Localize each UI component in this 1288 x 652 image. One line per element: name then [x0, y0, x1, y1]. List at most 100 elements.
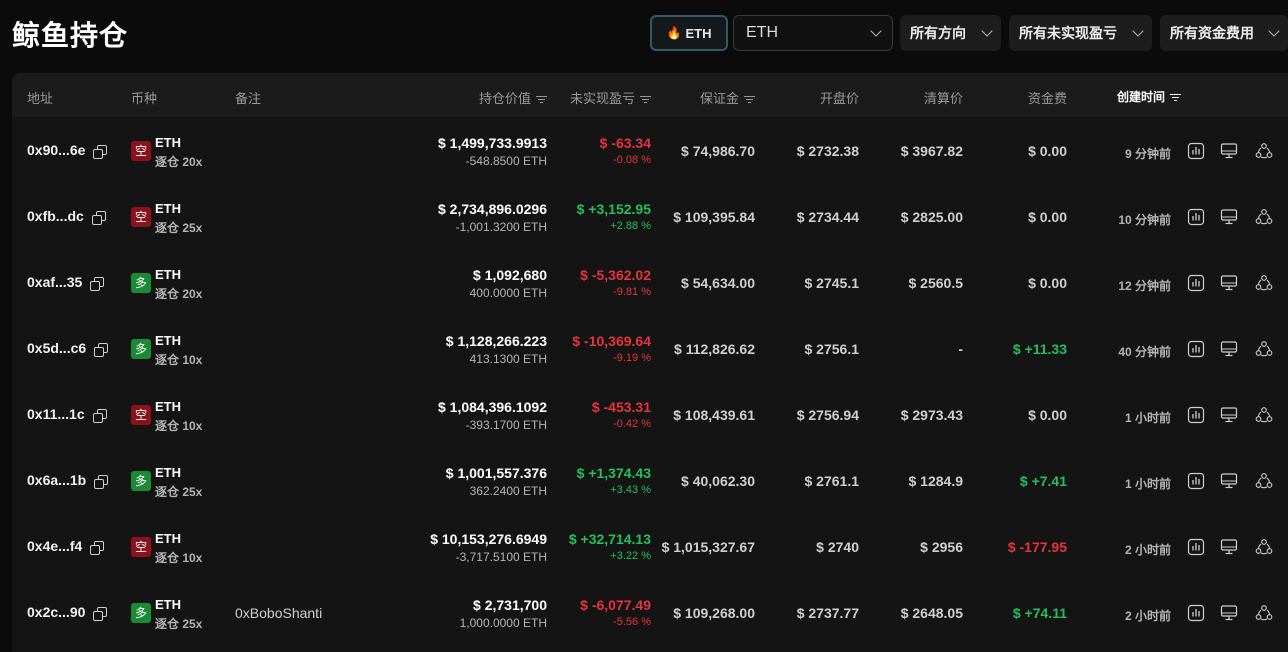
monitor-icon[interactable] — [1220, 208, 1238, 226]
table-row[interactable]: 0x4e...f4 空 ETH 逐仓 10x $ 10,153,276.6949… — [12, 514, 1288, 580]
margin-value: $ 109,268.00 — [673, 605, 755, 621]
bar-chart-icon[interactable] — [1187, 274, 1205, 292]
side-badge: 空 — [131, 405, 151, 425]
copy-icon[interactable] — [93, 145, 108, 159]
address-text: 0x11...1c — [27, 406, 85, 422]
position-size: -3,717.5100 ETH — [455, 550, 547, 564]
address-cell[interactable]: 0x4e...f4 — [27, 538, 105, 555]
address-cell[interactable]: 0x90...6e — [27, 142, 108, 159]
sort-icon — [1170, 93, 1181, 102]
copy-icon[interactable] — [93, 607, 108, 621]
address-cell[interactable]: 0xaf...35 — [27, 274, 105, 291]
header-open-price: 开盘价 — [819, 91, 859, 106]
margin-value: $ 112,826.62 — [674, 341, 755, 357]
coin-symbol: ETH — [155, 531, 181, 546]
address-cell[interactable]: 0xfb...dc — [27, 208, 106, 225]
copy-icon[interactable] — [90, 541, 105, 555]
table-row[interactable]: 0x90...6e 空 ETH 逐仓 20x $ 1,499,733.9913 … — [12, 118, 1288, 184]
table-row[interactable]: 0x2c...90 多 ETH 逐仓 25x 0xBoboShanti $ 2,… — [12, 580, 1288, 646]
header-created-time[interactable]: 创建时间 — [1117, 88, 1181, 105]
position-value: $ 1,092,680 — [473, 267, 547, 283]
liquidation-price: $ 2825.00 — [900, 209, 963, 225]
unrealized-pnl-percent: +3.22 % — [610, 550, 651, 562]
symbol-select-value: ETH — [746, 24, 778, 41]
sort-icon — [744, 95, 755, 104]
network-icon[interactable] — [1255, 274, 1273, 292]
eth-hot-button[interactable]: 🔥 ETH — [650, 15, 728, 51]
address-cell[interactable]: 0x2c...90 — [27, 604, 108, 621]
address-cell[interactable]: 0x6a...1b — [27, 472, 109, 489]
network-icon[interactable] — [1255, 538, 1273, 556]
bar-chart-icon[interactable] — [1187, 142, 1205, 160]
bar-chart-icon[interactable] — [1187, 472, 1205, 490]
chevron-down-icon — [1268, 25, 1280, 37]
monitor-icon[interactable] — [1220, 406, 1238, 424]
copy-icon[interactable] — [90, 277, 105, 291]
open-price: $ 2737.77 — [796, 605, 859, 621]
header-margin-label: 保证金 — [699, 91, 739, 106]
address-cell[interactable]: 0x11...1c — [27, 406, 107, 423]
table-row[interactable]: 0xaf...35 多 ETH 逐仓 20x $ 1,092,680 400.0… — [12, 250, 1288, 316]
coin-symbol: ETH — [155, 399, 181, 414]
monitor-icon[interactable] — [1220, 340, 1238, 358]
table-body: 0x90...6e 空 ETH 逐仓 20x $ 1,499,733.9913 … — [12, 118, 1288, 646]
coin-symbol: ETH — [155, 201, 181, 216]
liquidation-price: $ 1284.9 — [908, 473, 964, 489]
copy-icon[interactable] — [94, 343, 109, 357]
monitor-icon[interactable] — [1220, 142, 1238, 160]
monitor-icon[interactable] — [1220, 472, 1238, 490]
address-cell[interactable]: 0x5d...c6 — [27, 340, 109, 357]
header-unrealized-pnl[interactable]: 未实现盈亏 — [570, 88, 651, 107]
bar-chart-icon[interactable] — [1187, 538, 1205, 556]
unrealized-pnl-dropdown[interactable]: 所有未实现盈亏 — [1009, 15, 1152, 51]
margin-value: $ 54,634.00 — [681, 275, 755, 291]
monitor-icon[interactable] — [1220, 538, 1238, 556]
position-size: 362.2400 ETH — [469, 484, 547, 498]
network-icon[interactable] — [1255, 340, 1273, 358]
funding-fee: $ 0.00 — [1028, 407, 1067, 423]
network-icon[interactable] — [1255, 472, 1273, 490]
table-row[interactable]: 0x11...1c 空 ETH 逐仓 10x $ 1,084,396.1092 … — [12, 382, 1288, 448]
position-size: -1,001.3200 ETH — [455, 220, 547, 234]
margin-value: $ 109,395.84 — [673, 209, 755, 225]
coin-symbol: ETH — [155, 135, 181, 150]
header-position-value[interactable]: 持仓价值 — [479, 88, 547, 107]
direction-dropdown[interactable]: 所有方向 — [900, 15, 1001, 51]
copy-icon[interactable] — [94, 475, 109, 489]
liquidation-price: $ 3967.82 — [900, 143, 963, 159]
unrealized-pnl: $ -6,077.49 — [580, 597, 651, 613]
network-icon[interactable] — [1255, 142, 1273, 160]
note-text: 0xBoboShanti — [235, 605, 323, 621]
header-created-time-label: 创建时间 — [1116, 90, 1165, 104]
funding-fee: $ 0.00 — [1028, 275, 1067, 291]
network-icon[interactable] — [1255, 208, 1273, 226]
open-price: $ 2732.38 — [796, 143, 859, 159]
unrealized-pnl-percent: -9.81 % — [613, 286, 651, 298]
bar-chart-icon[interactable] — [1187, 406, 1205, 424]
network-icon[interactable] — [1255, 406, 1273, 424]
symbol-select[interactable]: ETH — [733, 15, 893, 51]
unrealized-pnl-percent: +3.43 % — [610, 484, 651, 496]
funding-fee-dropdown[interactable]: 所有资金费用 — [1160, 15, 1288, 51]
header-margin[interactable]: 保证金 — [700, 88, 755, 107]
unrealized-pnl: $ +1,374.43 — [576, 465, 651, 481]
monitor-icon[interactable] — [1220, 604, 1238, 622]
copy-icon[interactable] — [91, 211, 106, 225]
position-size: -548.8500 ETH — [465, 154, 547, 168]
bar-chart-icon[interactable] — [1187, 604, 1205, 622]
copy-icon[interactable] — [92, 409, 107, 423]
coin-symbol: ETH — [155, 465, 181, 480]
chevron-down-icon — [981, 25, 993, 37]
bar-chart-icon[interactable] — [1187, 340, 1205, 358]
position-value: $ 2,731,700 — [473, 597, 547, 613]
bar-chart-icon[interactable] — [1187, 208, 1205, 226]
table-row[interactable]: 0x5d...c6 多 ETH 逐仓 10x $ 1,128,266.223 4… — [12, 316, 1288, 382]
network-icon[interactable] — [1255, 604, 1273, 622]
table-row[interactable]: 0xfb...dc 空 ETH 逐仓 25x $ 2,734,896.0296 … — [12, 184, 1288, 250]
margin-value: $ 1,015,327.67 — [661, 539, 755, 555]
side-badge: 空 — [131, 537, 151, 557]
table-row[interactable]: 0x6a...1b 多 ETH 逐仓 25x $ 1,001,557.376 3… — [12, 448, 1288, 514]
monitor-icon[interactable] — [1220, 274, 1238, 292]
coin-symbol: ETH — [155, 597, 181, 612]
coin-symbol: ETH — [155, 333, 181, 348]
